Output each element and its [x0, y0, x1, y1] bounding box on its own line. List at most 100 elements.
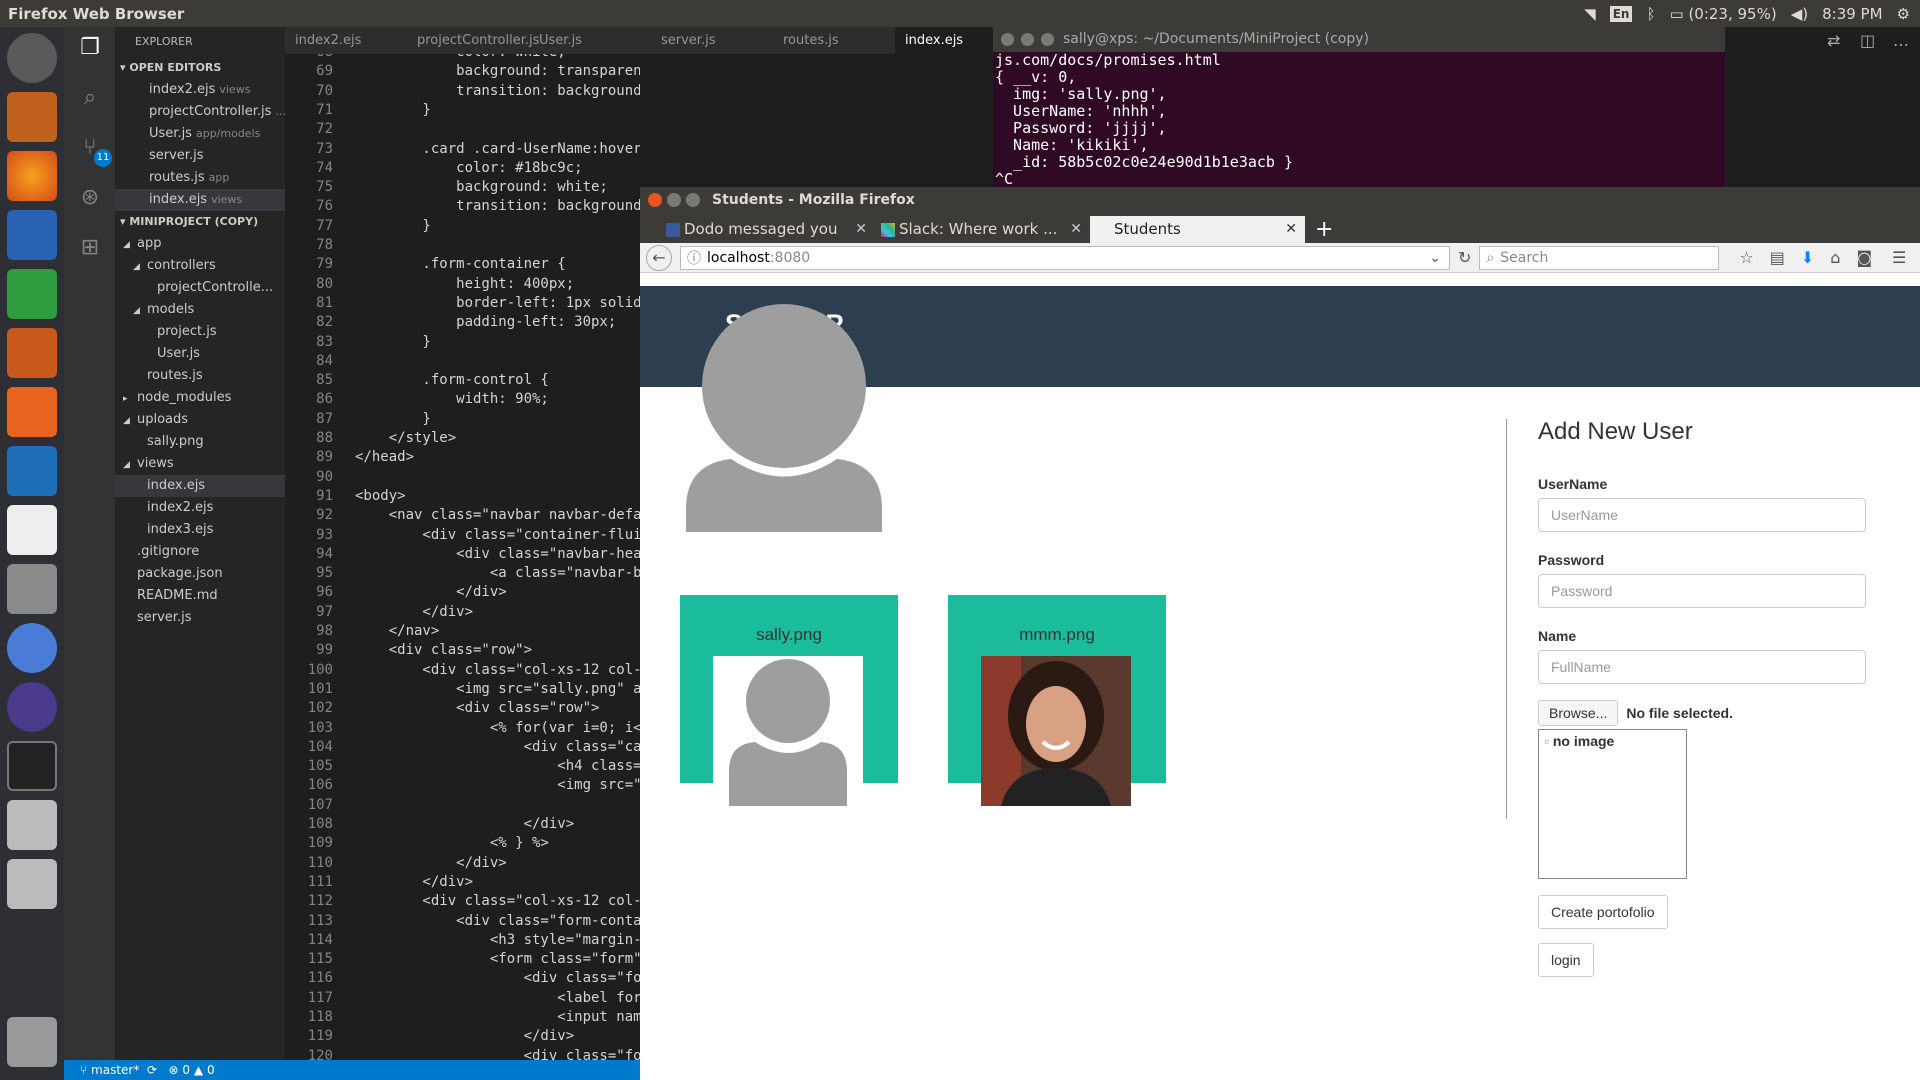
new-tab-button[interactable]: + — [1305, 216, 1343, 243]
volume-icon[interactable]: ◀) — [1791, 5, 1808, 23]
keyboard-layout-indicator[interactable]: En — [1609, 5, 1633, 22]
git-branch-icon[interactable]: ⑂ — [80, 1063, 87, 1077]
create-portfolio-button[interactable]: Create portofolio — [1538, 895, 1668, 929]
amazon-icon[interactable] — [7, 505, 57, 555]
tree-item[interactable]: README.md — [115, 585, 285, 607]
open-editor-item[interactable]: routes.js app — [115, 167, 285, 189]
search-box[interactable]: ⌕ Search — [1479, 245, 1720, 270]
firefox-icon[interactable] — [7, 151, 57, 201]
url-bar[interactable]: ⓘ localhost:8080 ⌄ — [680, 245, 1450, 270]
downloads-icon[interactable]: ⬇ — [1801, 248, 1814, 267]
trash-icon[interactable] — [7, 1017, 57, 1067]
tree-item[interactable]: ◢ views — [115, 453, 285, 475]
reading-list-icon[interactable]: ▤ — [1770, 248, 1785, 267]
vscode-icon[interactable] — [7, 446, 57, 496]
editor-tab[interactable]: routes.js — [773, 27, 895, 54]
close-tab-icon[interactable]: ✕ — [1285, 216, 1297, 243]
firefox-close-button[interactable] — [648, 193, 662, 207]
error-icon[interactable]: ⊗ — [169, 1063, 179, 1077]
terminal-window[interactable]: sally@xps: ~/Documents/MiniProject (copy… — [993, 27, 1725, 188]
firefox-minimize-button[interactable] — [667, 193, 681, 207]
tree-item[interactable]: index2.ejs — [115, 497, 285, 519]
warning-icon[interactable]: ▲ — [194, 1063, 203, 1077]
username-input[interactable]: UserName — [1538, 498, 1866, 532]
software-center-icon[interactable] — [7, 387, 57, 437]
terminal-close-button[interactable] — [1001, 33, 1014, 46]
git-branch[interactable]: master* — [91, 1063, 139, 1077]
tree-item[interactable]: index.ejs — [115, 475, 285, 497]
user-card[interactable]: sally.png — [680, 595, 898, 806]
editor-tab[interactable]: projectController.js — [407, 27, 539, 54]
wifi-icon[interactable]: ◥ — [1584, 5, 1596, 23]
home-icon[interactable]: ⌂ — [1830, 248, 1840, 267]
open-editors-section[interactable]: ▾ OPEN EDITORS — [115, 57, 285, 79]
tree-item[interactable]: ◢ app — [115, 233, 285, 255]
back-button[interactable]: ← — [646, 244, 672, 271]
open-editor-item[interactable]: projectController.js... — [115, 101, 285, 123]
editor-tab[interactable]: server.js — [651, 27, 773, 54]
pocket-icon[interactable]: ◙ — [1856, 248, 1872, 267]
drive-icon-2[interactable] — [7, 859, 57, 909]
user-card[interactable]: mmm.png — [948, 595, 1166, 806]
tree-item[interactable]: package.json — [115, 563, 285, 585]
fullname-input[interactable]: FullName — [1538, 650, 1866, 684]
code-editor[interactable]: 68 color: white; 69 background: transpare… — [285, 54, 640, 1060]
tree-item[interactable]: .gitignore — [115, 541, 285, 563]
tree-item[interactable]: ◢ models — [115, 299, 285, 321]
tree-item[interactable]: project.js — [115, 321, 285, 343]
chromium-icon[interactable] — [7, 623, 57, 673]
terminal-icon[interactable] — [7, 741, 57, 791]
editor-tab[interactable]: index2.ejs — [285, 27, 407, 54]
tree-item[interactable]: index3.ejs — [115, 519, 285, 541]
tree-item[interactable]: ◢ uploads — [115, 409, 285, 431]
tree-item[interactable]: server.js — [115, 607, 285, 629]
terminal-maximize-button[interactable] — [1041, 33, 1054, 46]
tree-item[interactable]: sally.png — [115, 431, 285, 453]
open-editor-item[interactable]: index2.ejs views — [115, 79, 285, 101]
terminal-minimize-button[interactable] — [1021, 33, 1034, 46]
search-icon[interactable]: ⌕ — [77, 85, 103, 111]
info-icon[interactable]: ⓘ — [687, 248, 701, 268]
menu-icon[interactable]: ☰ — [1892, 248, 1906, 267]
tab-students[interactable]: Students ✕ — [1090, 216, 1305, 243]
libreoffice-impress-icon[interactable] — [7, 328, 57, 378]
editor-tab[interactable]: User.js — [529, 27, 651, 54]
clock[interactable]: 8:39 PM — [1822, 5, 1882, 23]
tree-item[interactable]: ◢ controllers — [115, 255, 285, 277]
extensions-icon[interactable]: ⊞ — [77, 235, 103, 261]
bluetooth-icon[interactable]: ᛒ — [1646, 5, 1655, 23]
browse-button[interactable]: Browse... — [1538, 700, 1619, 726]
drive-icon[interactable] — [7, 800, 57, 850]
login-button[interactable]: login — [1538, 943, 1594, 977]
tab-slack[interactable]: Slack: Where work ... ✕ — [875, 216, 1090, 243]
libreoffice-calc-icon[interactable] — [7, 269, 57, 319]
close-tab-icon[interactable]: ✕ — [855, 216, 867, 243]
bookmark-star-icon[interactable]: ☆ — [1739, 248, 1753, 267]
close-tab-icon[interactable]: ✕ — [1070, 216, 1082, 243]
settings-gear-icon[interactable]: ⚙ — [1897, 5, 1910, 23]
open-editor-item[interactable]: server.js — [115, 145, 285, 167]
firefox-maximize-button[interactable] — [686, 193, 700, 207]
project-section[interactable]: ▾ MINIPROJECT (COPY) — [115, 211, 285, 233]
eclipse-icon[interactable] — [7, 682, 57, 732]
debug-icon[interactable]: ⊛ — [77, 185, 103, 211]
tab-facebook[interactable]: Dodo messaged you ✕ — [660, 216, 875, 243]
url-dropdown-icon[interactable]: ⌄ — [1429, 250, 1449, 266]
open-changes-icon[interactable]: ⇄ — [1827, 31, 1840, 50]
split-editor-icon[interactable]: ◫ — [1860, 31, 1875, 50]
explorer-icon[interactable]: ❐ — [77, 35, 103, 61]
ubuntu-dash-icon[interactable] — [7, 33, 57, 83]
system-settings-icon[interactable] — [7, 564, 57, 614]
libreoffice-writer-icon[interactable] — [7, 210, 57, 260]
sync-icon[interactable]: ⟳ — [147, 1063, 157, 1077]
open-editor-item[interactable]: User.js app/models — [115, 123, 285, 145]
battery-indicator[interactable]: ▭ (0:23, 95%) — [1669, 5, 1776, 23]
password-input[interactable]: Password — [1538, 574, 1866, 608]
tree-item[interactable]: ▸ node_modules — [115, 387, 285, 409]
tree-item[interactable]: routes.js — [115, 365, 285, 387]
files-icon[interactable] — [7, 92, 57, 142]
more-actions-icon[interactable]: … — [1893, 31, 1909, 50]
tree-item[interactable]: projectControlle... — [115, 277, 285, 299]
open-editor-item[interactable]: index.ejs views — [115, 189, 285, 211]
tree-item[interactable]: User.js — [115, 343, 285, 365]
